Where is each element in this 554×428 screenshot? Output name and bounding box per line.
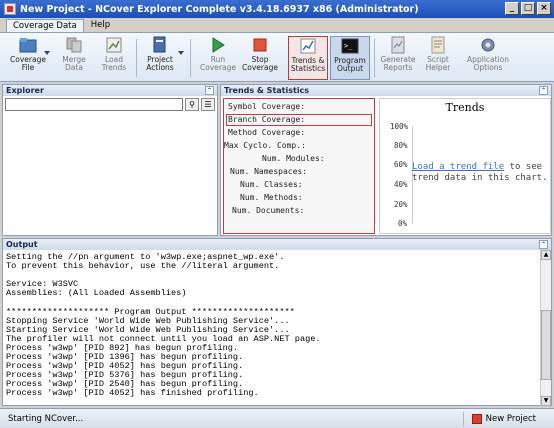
search-icon[interactable]: ⚲ <box>185 98 199 111</box>
script-helper-button[interactable]: Script Helper <box>418 36 458 80</box>
trends-header: Trends & Statistics ⌃ <box>221 85 551 96</box>
y-tick-label: 0% <box>398 219 408 228</box>
scroll-thumb[interactable] <box>541 310 551 380</box>
application-options-label: Application Options <box>467 55 509 72</box>
run-coverage-button[interactable]: Run Coverage <box>198 36 238 80</box>
svg-text:>_: >_ <box>344 42 353 50</box>
method-coverage-label: Method Coverage: <box>228 128 306 137</box>
chart-title: Trends <box>445 101 485 114</box>
stop-coverage-button[interactable]: Stop Coverage <box>240 36 280 80</box>
y-tick-label: 80% <box>394 141 408 150</box>
y-tick-label: 100% <box>390 122 409 131</box>
output-log: Setting the //pn argument to 'w3wp.exe;a… <box>6 252 536 399</box>
num-namespaces-label: Num. Namespaces: <box>230 167 308 176</box>
output-scrollbar[interactable]: ▲ ▼ <box>540 250 551 406</box>
window-title: New Project - NCover Explorer Complete v… <box>20 3 419 15</box>
program-output-label: Program Output <box>334 56 366 73</box>
collapse-icon[interactable]: ⌃ <box>539 240 548 249</box>
num-modules-label: Num. Modules: <box>262 154 325 163</box>
ribbon-separator <box>374 39 375 77</box>
app-icon <box>4 3 16 15</box>
project-icon <box>153 36 166 53</box>
symbol-coverage-label: Symbol Coverage: <box>228 102 306 111</box>
status-text: Starting NCover... <box>8 414 84 424</box>
chart-icon <box>106 37 122 53</box>
merge-icon <box>66 37 82 53</box>
run-coverage-label: Run Coverage <box>200 55 236 72</box>
merge-data-button[interactable]: Merge Data <box>54 36 94 80</box>
trends-statistics-button[interactable]: Trends & Statistics <box>288 36 328 80</box>
generate-reports-button[interactable]: Generate Reports <box>378 36 418 80</box>
output-line: To prevent this behavior, use the //lite… <box>6 261 280 272</box>
trends-title: Trends & Statistics <box>224 86 310 95</box>
load-trend-file-link[interactable]: Load a trend file <box>412 162 504 172</box>
trends-chart: Trends 100% 80% 60% 40% 20% 0% Load a tr… <box>379 98 551 234</box>
window-controls: _ □ × <box>505 2 551 15</box>
project-actions-dropdown-icon[interactable] <box>178 51 184 55</box>
coverage-file-label: Coverage File <box>10 55 46 72</box>
scroll-down-icon[interactable]: ▼ <box>541 396 551 406</box>
folder-icon <box>19 38 37 53</box>
load-trends-label: Load Trends <box>101 55 127 72</box>
ribbon: Coverage File Merge Data Load Trends Pro… <box>0 32 554 82</box>
gear-icon <box>481 38 495 52</box>
new-project-status[interactable]: New Project <box>462 412 536 426</box>
num-methods-label: Num. Methods: <box>240 193 303 202</box>
new-project-label: New Project <box>485 414 536 424</box>
application-options-button[interactable]: Application Options <box>464 36 512 80</box>
output-panel: Output ⌃ Setting the //pn argument to 'w… <box>2 238 552 406</box>
scroll-up-icon[interactable]: ▲ <box>541 250 551 260</box>
coverage-file-dropdown-icon[interactable] <box>44 51 50 55</box>
program-output-button[interactable]: >_ Program Output <box>330 36 370 80</box>
ribbon-tab-strip: Coverage Data Help <box>0 18 554 32</box>
coverage-file-button[interactable]: Coverage File <box>8 36 48 80</box>
options-icon[interactable]: ☰ <box>201 98 215 111</box>
explorer-header: Explorer ⌃ <box>3 85 217 96</box>
y-tick-label: 60% <box>394 160 408 169</box>
output-line: Assemblies: (All Loaded Assemblies) <box>6 288 187 299</box>
close-button[interactable]: × <box>537 2 551 15</box>
y-tick-label: 40% <box>394 180 408 189</box>
explorer-search-input[interactable] <box>5 98 183 111</box>
title-bar: New Project - NCover Explorer Complete v… <box>0 0 554 18</box>
tab-help[interactable]: Help <box>84 18 117 32</box>
maximize-button[interactable]: □ <box>521 2 535 15</box>
output-header: Output ⌃ <box>3 239 551 250</box>
output-title: Output <box>6 240 38 249</box>
trends-statistics-label: Trends & Statistics <box>290 56 326 73</box>
ribbon-separator <box>136 39 137 77</box>
output-line: Process 'w3wp' [PID 4052] has finished p… <box>6 388 259 399</box>
script-icon <box>431 36 445 54</box>
explorer-title: Explorer <box>6 86 44 95</box>
branch-coverage-label: Branch Coverage: <box>228 115 306 124</box>
explorer-panel: Explorer ⌃ ⚲ ☰ <box>2 84 218 236</box>
script-helper-label: Script Helper <box>425 55 451 72</box>
statistics-list: Symbol Coverage: Branch Coverage: Method… <box>223 98 375 234</box>
trends-statistics-panel: Trends & Statistics ⌃ Symbol Coverage: B… <box>220 84 552 236</box>
minimize-button[interactable]: _ <box>505 2 519 15</box>
ribbon-separator <box>190 39 191 77</box>
merge-data-label: Merge Data <box>62 55 86 72</box>
num-classes-label: Num. Classes: <box>240 180 303 189</box>
project-actions-button[interactable]: Project Actions <box>140 36 180 80</box>
collapse-icon[interactable]: ⌃ <box>539 86 548 95</box>
status-bar: Starting NCover... New Project <box>0 408 554 428</box>
y-tick-label: 20% <box>394 200 408 209</box>
chart-empty-message: Load a trend file to see trend data in t… <box>412 162 548 184</box>
trends-icon <box>300 38 316 54</box>
project-actions-label: Project Actions <box>146 55 174 72</box>
stop-icon <box>253 38 267 52</box>
collapse-icon[interactable]: ⌃ <box>205 86 214 95</box>
load-trends-button[interactable]: Load Trends <box>94 36 134 80</box>
project-icon <box>471 414 482 424</box>
play-icon <box>212 37 225 53</box>
tab-coverage-data[interactable]: Coverage Data <box>6 19 84 32</box>
report-icon <box>391 36 405 54</box>
generate-reports-label: Generate Reports <box>380 55 416 72</box>
max-cyclo-comp-label: Max Cyclo. Comp.: <box>224 141 306 150</box>
num-documents-label: Num. Documents: <box>232 206 305 215</box>
stop-coverage-label: Stop Coverage <box>242 55 278 72</box>
console-icon: >_ <box>341 38 359 54</box>
